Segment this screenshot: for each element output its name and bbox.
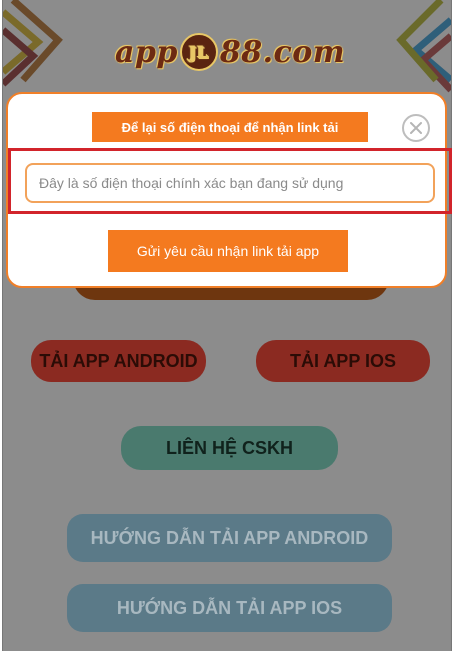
phone-number-input[interactable] — [25, 163, 435, 203]
phone-request-modal: Để lại số điện thoại để nhận link tải Gử… — [6, 92, 452, 288]
submit-request-button[interactable]: Gửi yêu cầu nhận link tải app — [108, 230, 348, 272]
logo-text-left: app — [114, 34, 178, 70]
app-logo: app JL 88.com — [95, 30, 365, 74]
guide-android-button[interactable]: HƯỚNG DẪN TẢI APP ANDROID — [67, 514, 392, 562]
input-highlight-box — [8, 148, 452, 214]
modal-close-button[interactable] — [402, 114, 430, 142]
contact-support-button[interactable]: LIÊN HỆ CSKH — [121, 426, 338, 470]
logo-text-right: 88.com — [219, 34, 346, 70]
download-ios-button[interactable]: TẢI APP IOS — [256, 340, 430, 382]
close-icon — [410, 122, 422, 134]
download-android-button[interactable]: TẢI APP ANDROID — [31, 340, 206, 382]
modal-title: Để lại số điện thoại để nhận link tải — [92, 112, 368, 142]
guide-ios-button[interactable]: HƯỚNG DẪN TẢI APP IOS — [67, 584, 392, 632]
logo-badge: JL — [179, 33, 218, 71]
